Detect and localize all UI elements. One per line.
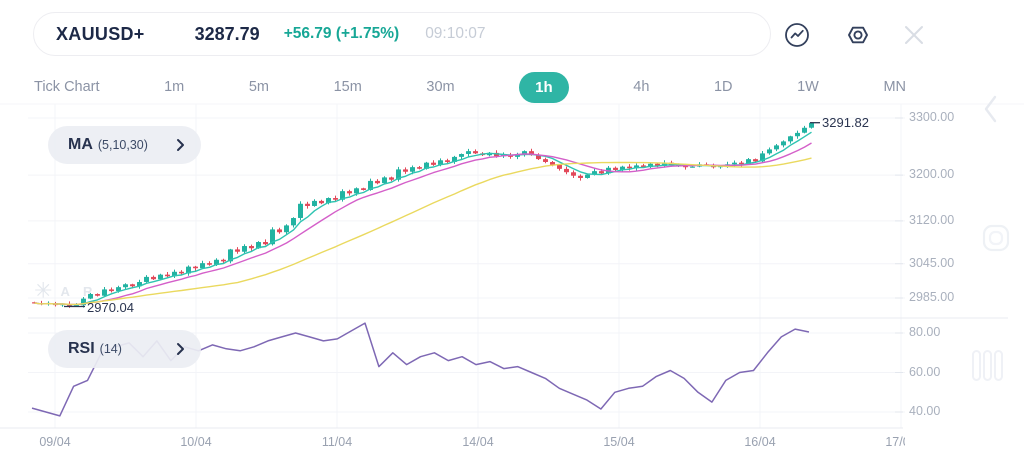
rsi-indicator-button[interactable]: RSI (14)	[48, 330, 201, 368]
three-bars-icon	[970, 346, 1006, 384]
rsi-label: RSI	[68, 340, 95, 358]
tab-5m[interactable]: 5m	[249, 79, 269, 95]
tab-1h[interactable]: 1h	[519, 72, 569, 103]
tab-1m[interactable]: 1m	[164, 79, 184, 95]
gear-icon	[844, 21, 872, 49]
ma-params: (5,10,30)	[98, 138, 148, 152]
date-label: 11/04	[307, 435, 367, 449]
rsi-params: (14)	[100, 342, 122, 356]
symbol-name: XAUUSD+	[56, 24, 145, 45]
chevron-left-icon	[982, 94, 1000, 124]
tab-1w[interactable]: 1W	[797, 79, 819, 95]
close-button[interactable]	[903, 24, 925, 46]
price-axis-label: 3300.00	[909, 110, 954, 124]
frame-tool-button[interactable]	[982, 224, 1010, 257]
volume-bars-button[interactable]	[970, 346, 1006, 389]
trend-chart-button[interactable]	[783, 21, 811, 49]
date-label: 09/04	[25, 435, 85, 449]
date-label: 10/04	[166, 435, 226, 449]
price-axis-label: 3120.00	[909, 213, 954, 227]
trading-chart-app: ✳ A R XAUUSD+ 3287.79 +56.79 (+1.75%) 09…	[0, 0, 1024, 473]
rounded-square-icon	[982, 224, 1010, 252]
date-axis: 09/04 10/04 11/04 14/04 15/04 16/04 17/04	[0, 430, 905, 456]
date-label: 15/04	[589, 435, 649, 449]
rsi-axis-label: 60.00	[909, 365, 940, 379]
price-axis-label: 2985.00	[909, 290, 954, 304]
rsi-axis-label: 40.00	[909, 404, 940, 418]
tab-mn[interactable]: MN	[883, 79, 906, 95]
price-change: +56.79 (+1.75%)	[284, 25, 399, 43]
last-price-annotation: 3291.82	[822, 115, 869, 130]
trend-circle-icon	[783, 21, 811, 49]
ma-indicator-button[interactable]: MA (5,10,30)	[48, 126, 201, 164]
low-price-annotation: 2970.04	[87, 300, 134, 315]
settings-button[interactable]	[844, 21, 872, 49]
last-price: 3287.79	[195, 24, 260, 45]
chevron-right-icon	[176, 342, 185, 356]
ma-label: MA	[68, 136, 93, 154]
date-label: 16/04	[730, 435, 790, 449]
date-label: 14/04	[448, 435, 508, 449]
chevron-right-icon	[176, 138, 185, 152]
quote-time: 09:10:07	[425, 25, 485, 43]
timeframe-tabs: Tick Chart 1m 5m 15m 30m 1h 4h 1D 1W MN	[34, 70, 906, 105]
collapse-panel-button[interactable]	[982, 94, 1000, 129]
quote-header: XAUUSD+ 3287.79 +56.79 (+1.75%) 09:10:07	[33, 12, 771, 56]
tab-tick-chart[interactable]: Tick Chart	[34, 79, 100, 95]
date-label: 17/04	[871, 435, 905, 449]
price-axis-label: 3045.00	[909, 256, 954, 270]
tab-30m[interactable]: 30m	[426, 79, 454, 95]
tab-4h[interactable]: 4h	[633, 79, 649, 95]
rsi-axis-label: 80.00	[909, 325, 940, 339]
tab-15m[interactable]: 15m	[334, 79, 362, 95]
tab-1d[interactable]: 1D	[714, 79, 733, 95]
price-axis-label: 3200.00	[909, 167, 954, 181]
close-icon	[903, 24, 925, 46]
